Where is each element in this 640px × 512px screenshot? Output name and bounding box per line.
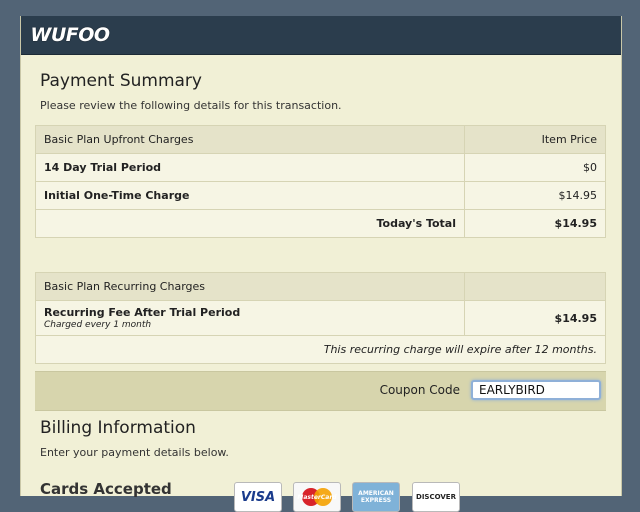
recurring-fee-label: Recurring Fee After Trial Period: [44, 306, 241, 319]
recurring-header-label: Basic Plan Recurring Charges: [35, 272, 465, 301]
upfront-charges-table: Basic Plan Upfront Charges Item Price 14…: [35, 125, 606, 238]
amex-card-icon: AMERICAN EXPRESS: [352, 482, 400, 512]
top-header: WUFOO: [21, 16, 621, 55]
recurring-charges-table: Basic Plan Recurring Charges Recurring F…: [35, 272, 606, 364]
table-header-row: Basic Plan Recurring Charges: [35, 272, 606, 301]
table-row: 14 Day Trial Period $0: [35, 153, 606, 182]
upfront-header-label: Basic Plan Upfront Charges: [35, 125, 465, 154]
discover-card-icon: DISCOVER: [412, 482, 460, 512]
recurring-fee-note: Charged every 1 month: [44, 320, 152, 330]
recurring-expiry-note: This recurring charge will expire after …: [35, 335, 606, 364]
mastercard-icon: MasterCard: [293, 482, 341, 512]
mastercard-label: MasterCard: [297, 493, 337, 501]
discover-card-label: DISCOVER: [416, 493, 456, 501]
todays-total-label: Today's Total: [35, 209, 465, 238]
recurring-fee-value: $14.95: [464, 300, 606, 336]
recurring-header-empty: [464, 272, 606, 301]
coupon-bar: Coupon Code: [35, 371, 606, 411]
visa-card-icon: VISA: [234, 482, 282, 512]
table-row: Recurring Fee After Trial Period Charged…: [35, 300, 606, 336]
one-time-charge-label: Initial One-Time Charge: [35, 181, 465, 210]
one-time-charge-price: $14.95: [464, 181, 606, 210]
recurring-fee-cell: Recurring Fee After Trial Period Charged…: [35, 300, 465, 336]
table-row: Today's Total $14.95: [35, 209, 606, 238]
billing-information-title: Billing Information: [40, 418, 196, 438]
trial-period-price: $0: [464, 153, 606, 182]
coupon-code-input[interactable]: [471, 380, 601, 400]
billing-information-subtitle: Enter your payment details below.: [40, 446, 229, 459]
wufoo-window: WUFOO Payment Summary Please review the …: [20, 16, 622, 512]
amex-card-label: AMERICAN EXPRESS: [358, 490, 394, 504]
table-row: This recurring charge will expire after …: [35, 335, 606, 364]
visa-card-label: VISA: [240, 489, 276, 505]
todays-total-value: $14.95: [464, 209, 606, 238]
trial-period-label: 14 Day Trial Period: [35, 153, 465, 182]
payment-summary-subtitle: Please review the following details for …: [40, 99, 342, 112]
payment-summary-title: Payment Summary: [40, 71, 202, 91]
item-price-header: Item Price: [464, 125, 606, 154]
table-header-row: Basic Plan Upfront Charges Item Price: [35, 125, 606, 154]
cards-accepted-title: Cards Accepted: [40, 480, 172, 498]
logo-text: WUFOO: [30, 24, 110, 46]
coupon-code-label: Coupon Code: [379, 383, 460, 397]
table-row: Initial One-Time Charge $14.95: [35, 181, 606, 210]
wufoo-logo[interactable]: WUFOO: [29, 22, 111, 48]
